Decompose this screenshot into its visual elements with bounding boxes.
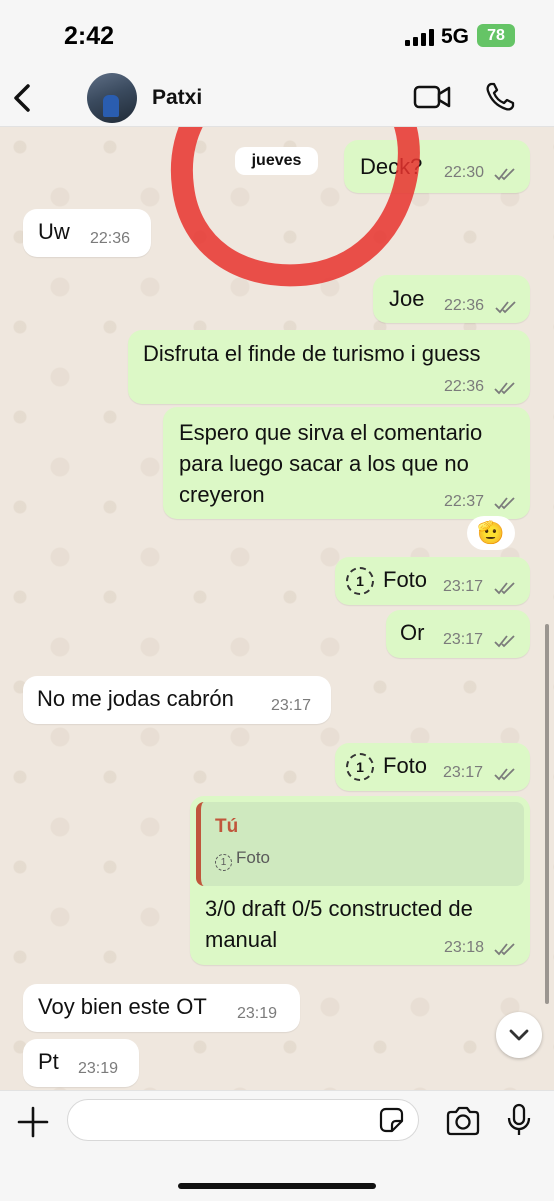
- battery-level: 78: [487, 27, 505, 44]
- read-ticks-icon: [495, 301, 516, 314]
- read-ticks-icon: [494, 635, 515, 648]
- message-out[interactable]: Deck? 22:30: [344, 140, 530, 193]
- view-once-icon: 1: [215, 854, 232, 871]
- message-in[interactable]: Uw 22:36: [23, 209, 151, 257]
- sticker-icon[interactable]: [377, 1106, 405, 1134]
- message-out[interactable]: 1 Foto 23:17: [335, 557, 530, 605]
- message-text: Foto: [383, 567, 428, 592]
- message-in[interactable]: No me jodas cabrón 23:17: [23, 676, 331, 724]
- message-time: 23:17: [443, 631, 484, 648]
- message-text: Deck?: [360, 154, 423, 179]
- read-ticks-icon: [494, 582, 515, 595]
- message-time: 23:18: [444, 939, 485, 956]
- read-ticks-icon: [494, 768, 515, 781]
- message-text: Or: [400, 620, 425, 645]
- chat-header: Patxi: [0, 70, 554, 127]
- message-time: 22:30: [444, 164, 485, 181]
- message-time: 23:17: [271, 697, 312, 714]
- read-ticks-icon: [494, 943, 515, 956]
- message-text: Espero que sirva el comentario para lueg…: [179, 417, 482, 510]
- read-ticks-icon: [494, 168, 515, 181]
- reaction-emoji[interactable]: 🫡: [467, 516, 515, 550]
- message-text: 3/0 draft 0/5 constructed de manual: [205, 893, 473, 955]
- microphone-icon[interactable]: [506, 1103, 532, 1137]
- camera-icon[interactable]: [445, 1106, 481, 1136]
- scroll-to-bottom-button[interactable]: [496, 1012, 542, 1058]
- date-pill: jueves: [235, 147, 318, 175]
- home-indicator: [178, 1183, 376, 1189]
- message-text: Voy bien este OT: [38, 994, 207, 1019]
- message-time: 23:19: [237, 1005, 278, 1022]
- message-time: 22:36: [444, 297, 485, 314]
- status-time: 2:42: [64, 22, 115, 50]
- reply-author: Tú: [215, 816, 239, 837]
- read-ticks-icon: [494, 382, 515, 395]
- scrollbar[interactable]: [545, 624, 549, 1004]
- message-time: 22:36: [444, 378, 485, 395]
- message-out[interactable]: Or 23:17: [386, 610, 530, 658]
- message-input[interactable]: [67, 1099, 419, 1141]
- message-text: Foto: [383, 753, 428, 778]
- message-text: Pt: [38, 1049, 59, 1074]
- back-icon[interactable]: [10, 82, 36, 114]
- video-call-icon[interactable]: [413, 83, 451, 111]
- message-out-reply[interactable]: Tú 1 Foto 3/0 draft 0/5 constructed de ma…: [190, 796, 530, 965]
- avatar[interactable]: [87, 73, 137, 123]
- message-line: Espero que sirva el comentario: [179, 420, 483, 445]
- message-in[interactable]: Voy bien este OT 23:19: [23, 984, 300, 1032]
- message-text: Disfruta el finde de turismo i guess: [143, 341, 481, 366]
- composer-bar: [0, 1090, 554, 1201]
- message-line: manual: [205, 927, 278, 952]
- message-time: 23:19: [78, 1060, 119, 1077]
- message-time: 22:37: [444, 493, 485, 510]
- read-ticks-icon: [494, 497, 515, 510]
- message-time: 23:17: [443, 764, 484, 781]
- network-type: 5G: [441, 25, 470, 48]
- chevron-down-icon: [509, 1029, 529, 1041]
- chat-area[interactable]: jueves Deck? 22:30 Uw 22:36 Joe 22:36 Di…: [0, 127, 554, 1090]
- message-text: Uw: [38, 219, 70, 244]
- message-time: 23:17: [443, 578, 484, 595]
- contact-name[interactable]: Patxi: [152, 86, 202, 110]
- reply-body: 1 Foto: [215, 848, 270, 871]
- message-text: Joe: [389, 286, 425, 311]
- status-bar: 2:42 5G 78: [0, 0, 554, 70]
- message-out[interactable]: Espero que sirva el comentario para lueg…: [163, 407, 530, 519]
- message-out[interactable]: Joe 22:36: [373, 275, 530, 323]
- phone-icon[interactable]: [484, 81, 516, 113]
- message-line: para luego sacar a los que no: [179, 451, 469, 476]
- view-once-icon: 1: [346, 753, 374, 781]
- view-once-icon: 1: [346, 567, 374, 595]
- message-line: 3/0 draft 0/5 constructed de: [205, 896, 473, 921]
- message-time: 22:36: [90, 230, 131, 247]
- battery-icon: 78: [477, 24, 515, 47]
- message-out[interactable]: Disfruta el finde de turismo i guess 22:…: [128, 330, 530, 404]
- message-line: creyeron: [179, 482, 265, 507]
- signal-icon: [405, 29, 435, 46]
- reply-quote[interactable]: Tú 1 Foto: [196, 802, 524, 886]
- plus-icon[interactable]: [16, 1105, 50, 1139]
- message-in[interactable]: Pt 23:19: [23, 1039, 139, 1087]
- message-out[interactable]: 1 Foto 23:17: [335, 743, 530, 791]
- message-text: No me jodas cabrón: [37, 686, 234, 711]
- reply-body-text: Foto: [236, 848, 271, 867]
